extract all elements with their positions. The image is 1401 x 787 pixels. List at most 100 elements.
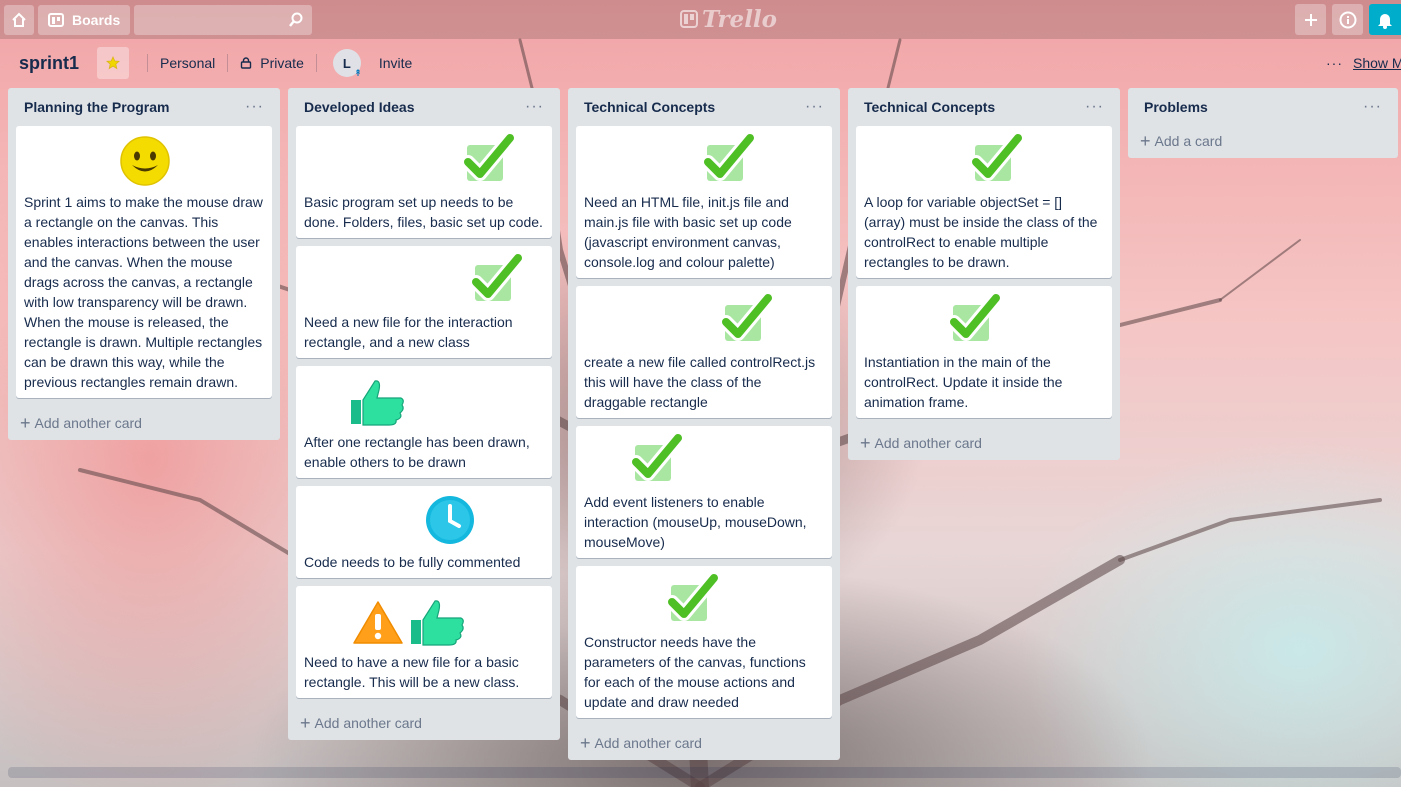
home-icon [12, 12, 26, 27]
card-stickers [584, 432, 824, 492]
card[interactable]: After one rectangle has been drawn, enab… [296, 366, 552, 478]
list-header[interactable]: Problems ··· [1136, 88, 1390, 126]
card-stickers [24, 132, 264, 192]
check-sticker-icon [469, 252, 525, 304]
add-card-button[interactable]: + Add another card [856, 426, 1112, 460]
card[interactable]: Constructor needs have the parameters of… [576, 566, 832, 718]
add-card-button[interactable]: + Add another card [296, 706, 552, 740]
list-header[interactable]: Technical Concepts ··· [576, 88, 832, 126]
card-stickers [584, 132, 824, 192]
card-title: Need an HTML file, init.js file and main… [584, 194, 792, 270]
member-avatar[interactable]: L ↟ [332, 49, 362, 78]
board-header: sprint1 Personal Private L ↟ Invite ··· … [0, 39, 1401, 87]
header-divider [227, 54, 229, 72]
list-header[interactable]: Planning the Program ··· [16, 88, 272, 126]
list-title[interactable]: Developed Ideas [304, 99, 415, 115]
card[interactable]: A loop for variable objectSet = [] (arra… [856, 126, 1112, 278]
plus-icon [1304, 13, 1317, 26]
info-button[interactable] [1332, 4, 1363, 35]
list-problems: Problems ··· + Add a card [1128, 88, 1398, 158]
create-button[interactable] [1295, 4, 1326, 35]
list-technical-concepts-2: Technical Concepts ··· A loop for variab… [848, 88, 1120, 460]
home-button[interactable] [4, 4, 34, 35]
card-title: Sprint 1 aims to make the mouse draw a r… [24, 194, 263, 390]
header-divider [147, 54, 149, 72]
member-initial: L [342, 55, 351, 71]
board-title[interactable]: sprint1 [19, 53, 79, 74]
list-menu-icon[interactable]: ··· [1363, 98, 1382, 116]
list-menu-icon[interactable]: ··· [245, 98, 264, 116]
card[interactable]: Basic program set up needs to be done. F… [296, 126, 552, 238]
team-button[interactable]: Personal [156, 55, 219, 71]
boards-label: Boards [72, 11, 121, 28]
check-sticker-icon [969, 132, 1025, 184]
card-stickers [584, 572, 824, 632]
info-icon [1339, 11, 1356, 28]
star-button[interactable] [97, 47, 130, 79]
trello-logo[interactable]: Trello [680, 5, 777, 33]
card-stickers [584, 292, 824, 352]
list-header[interactable]: Technical Concepts ··· [856, 88, 1112, 126]
plus-icon: + [580, 732, 591, 753]
card-title: Add event listeners to enable interactio… [584, 494, 807, 550]
card-title: Instantiation in the main of the control… [864, 354, 1063, 410]
top-bar: Boards Trello [0, 0, 1401, 39]
notifications-button[interactable] [1369, 4, 1401, 35]
check-sticker-icon [665, 572, 721, 624]
list-title[interactable]: Technical Concepts [864, 99, 995, 115]
card-title: Code needs to be fully commented [304, 554, 521, 570]
add-card-label: Add another card [594, 735, 702, 751]
list-developed-ideas: Developed Ideas ··· Basic program set up… [288, 88, 560, 740]
list-technical-concepts: Technical Concepts ··· Need an HTML file… [568, 88, 840, 760]
add-card-button[interactable]: + Add a card [1136, 124, 1390, 158]
clock-sticker-icon [423, 493, 477, 547]
list-header[interactable]: Developed Ideas ··· [296, 88, 552, 126]
list-title[interactable]: Problems [1144, 99, 1208, 115]
trello-logo-text: Trello [702, 5, 778, 33]
more-menu-icon[interactable]: ··· [1326, 55, 1343, 71]
card-stickers [304, 592, 544, 652]
list-title[interactable]: Planning the Program [24, 99, 169, 115]
card-title: Basic program set up needs to be done. F… [304, 194, 543, 230]
list-menu-icon[interactable]: ··· [525, 98, 544, 116]
card[interactable]: Need a new file for the interaction rect… [296, 246, 552, 358]
invite-button[interactable]: Invite [375, 55, 416, 71]
search-icon [289, 12, 303, 27]
boards-icon [48, 12, 64, 27]
card-stickers [864, 132, 1104, 192]
show-menu-link[interactable]: Show Menu [1353, 55, 1401, 71]
trello-logo-icon [680, 10, 698, 28]
horizontal-scrollbar[interactable] [8, 767, 1401, 778]
add-card-button[interactable]: + Add another card [16, 406, 272, 440]
list-title[interactable]: Technical Concepts [584, 99, 715, 115]
card-title: Need a new file for the interaction rect… [304, 314, 513, 350]
warning-sticker-icon [348, 596, 408, 648]
card[interactable]: Instantiation in the main of the control… [856, 286, 1112, 418]
add-card-button[interactable]: + Add another card [576, 726, 832, 760]
card-stickers [864, 292, 1104, 352]
card-title: Constructor needs have the parameters of… [584, 634, 806, 710]
card-title: create a new file called controlRect.js … [584, 354, 816, 410]
card-stickers [304, 372, 544, 432]
thumbsup-sticker-icon [348, 377, 406, 428]
add-card-label: Add another card [34, 415, 142, 431]
list-menu-icon[interactable]: ··· [805, 98, 824, 116]
add-card-label: Add a card [1154, 133, 1223, 149]
list-planning-the-program: Planning the Program ··· Sprint 1 aims t… [8, 88, 280, 440]
check-sticker-icon [461, 132, 517, 184]
card[interactable]: Code needs to be fully commented [296, 486, 552, 578]
card[interactable]: Need an HTML file, init.js file and main… [576, 126, 832, 278]
check-sticker-icon [719, 292, 775, 344]
card[interactable]: Sprint 1 aims to make the mouse draw a r… [16, 126, 272, 398]
search-box [134, 4, 313, 35]
plus-icon: + [860, 432, 871, 453]
list-menu-icon[interactable]: ··· [1085, 98, 1104, 116]
boards-button[interactable]: Boards [38, 4, 131, 35]
search-input[interactable] [134, 4, 313, 35]
card[interactable]: Need to have a new file for a basic rect… [296, 586, 552, 698]
smiley-sticker-icon [118, 134, 172, 188]
visibility-button[interactable]: Private [236, 55, 308, 71]
card[interactable]: Add event listeners to enable interactio… [576, 426, 832, 558]
card[interactable]: create a new file called controlRect.js … [576, 286, 832, 418]
plus-icon: + [300, 712, 311, 733]
